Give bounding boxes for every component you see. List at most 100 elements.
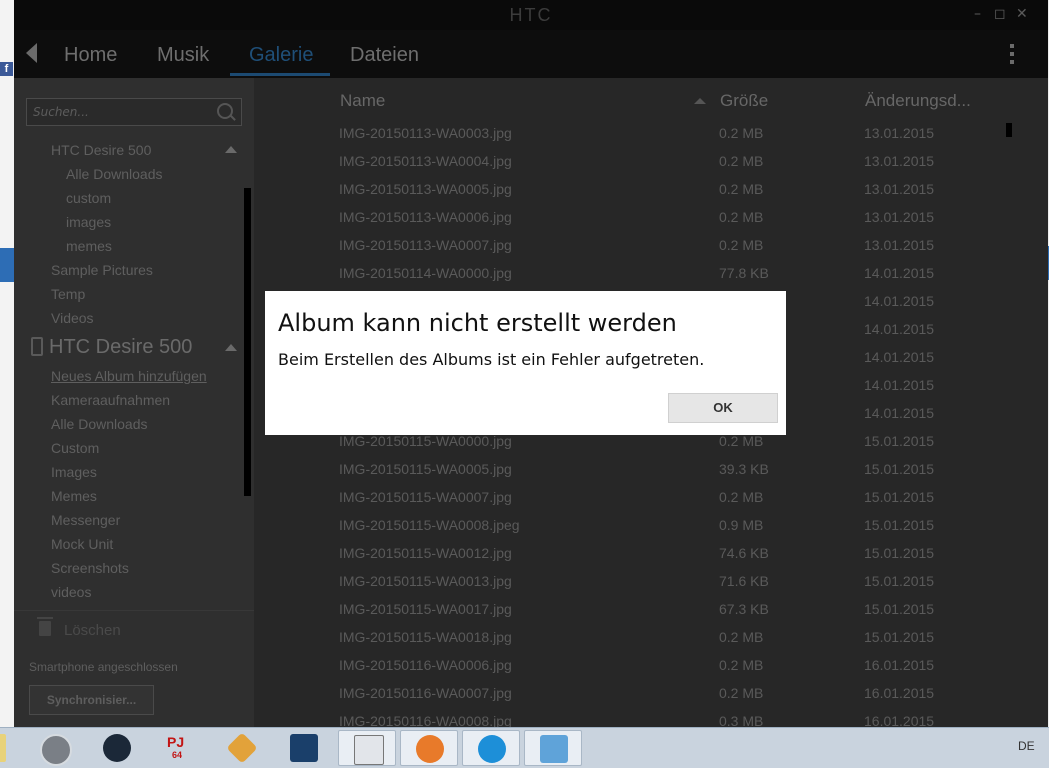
file-date: 13.01.2015 (864, 181, 935, 197)
file-size: 0.2 MB (719, 181, 764, 197)
file-name: IMG-20150115-WA0005.jpg (339, 461, 512, 477)
connection-status: Smartphone angeschlossen (29, 660, 178, 674)
album-item[interactable]: videos (51, 584, 91, 600)
taskbar-media-player[interactable] (25, 730, 83, 766)
delete-button[interactable]: Löschen (14, 610, 254, 651)
table-row[interactable]: IMG-20150113-WA0004.jpg 0.2 MB 13.01.2015 (254, 153, 1048, 181)
file-date: 15.01.2015 (864, 573, 935, 589)
tree-item[interactable]: Alle Downloads (66, 166, 163, 182)
table-row[interactable]: IMG-20150115-WA0013.jpg 71.6 KB 15.01.2015 (254, 573, 1048, 601)
album-item[interactable]: Images (51, 464, 97, 480)
ok-button[interactable]: OK (668, 393, 778, 423)
album-item[interactable]: Custom (51, 440, 99, 456)
table-row[interactable]: IMG-20150115-WA0018.jpg 0.2 MB 15.01.2015 (254, 629, 1048, 657)
taskbar-control-panel[interactable] (524, 730, 582, 766)
file-name: IMG-20150115-WA0013.jpg (339, 573, 512, 589)
file-size: 0.2 MB (719, 209, 764, 225)
taskbar-firefox[interactable] (400, 730, 458, 766)
file-date: 16.01.2015 (864, 685, 935, 701)
file-name: IMG-20150115-WA0012.jpg (339, 545, 512, 561)
tree-item[interactable]: Videos (51, 310, 94, 326)
table-row[interactable]: IMG-20150115-WA0012.jpg 74.6 KB 15.01.2015 (254, 545, 1048, 573)
tree-item[interactable]: memes (66, 238, 112, 254)
minimize-icon[interactable]: – (974, 6, 981, 22)
taskbar-steam[interactable] (88, 730, 146, 766)
maximize-icon[interactable]: ◻ (994, 6, 1006, 22)
file-date: 13.01.2015 (864, 153, 935, 169)
htc-sync-icon (478, 735, 506, 763)
file-date: 13.01.2015 (864, 237, 935, 253)
search-icon[interactable] (217, 103, 233, 119)
table-row[interactable]: IMG-20150115-WA0008.jpeg 0.9 MB 15.01.2015 (254, 517, 1048, 545)
file-name: IMG-20150116-WA0007.jpg (339, 685, 512, 701)
table-row[interactable]: IMG-20150113-WA0003.jpg 0.2 MB 13.01.2015 (254, 125, 1048, 153)
dialog-message: Beim Erstellen des Albums ist ein Fehler… (278, 350, 705, 369)
file-size: 74.6 KB (719, 545, 769, 561)
table-row[interactable]: IMG-20150116-WA0008.jpg 0.3 MB 16.01.2015 (254, 713, 1048, 727)
file-date: 14.01.2015 (864, 405, 935, 421)
table-row[interactable]: IMG-20150113-WA0007.jpg 0.2 MB 13.01.2015 (254, 237, 1048, 265)
album-item[interactable]: Mock Unit (51, 536, 113, 552)
file-date: 13.01.2015 (864, 209, 935, 225)
table-row[interactable]: IMG-20150114-WA0000.jpg 77.8 KB 14.01.2015 (254, 265, 1048, 293)
file-size: 0.2 MB (719, 433, 764, 449)
album-item[interactable]: Kameraaufnahmen (51, 392, 170, 408)
table-row[interactable]: IMG-20150115-WA0017.jpg 67.3 KB 15.01.2015 (254, 601, 1048, 629)
album-item[interactable]: Alle Downloads (51, 416, 148, 432)
file-name: IMG-20150116-WA0006.jpg (339, 657, 512, 673)
taskbar-file-manager[interactable] (338, 730, 396, 766)
taskbar: PJ 64 DE (0, 727, 1049, 768)
more-options-icon[interactable] (1010, 44, 1015, 68)
tab-home[interactable]: Home (64, 44, 117, 67)
column-header-size[interactable]: Größe (720, 91, 768, 111)
tab-musik[interactable]: Musik (157, 44, 209, 67)
notepad-icon (0, 734, 6, 762)
file-date: 15.01.2015 (864, 629, 935, 645)
table-row[interactable]: IMG-20150116-WA0007.jpg 0.2 MB 16.01.2015 (254, 685, 1048, 713)
album-item[interactable]: Screenshots (51, 560, 129, 576)
taskbar-project64[interactable]: PJ 64 (150, 730, 208, 766)
file-name: IMG-20150113-WA0007.jpg (339, 237, 512, 253)
file-size: 39.3 KB (719, 461, 769, 477)
table-row[interactable]: IMG-20150116-WA0006.jpg 0.2 MB 16.01.2015 (254, 657, 1048, 685)
add-album-link[interactable]: Neues Album hinzufügen (51, 368, 207, 384)
file-manager-icon (354, 735, 384, 765)
taskbar-winamp[interactable] (213, 730, 271, 766)
table-row[interactable]: IMG-20150115-WA0000.jpg 0.2 MB 15.01.2015 (254, 433, 1048, 461)
tab-galerie[interactable]: Galerie (249, 44, 313, 67)
taskbar-app[interactable] (275, 730, 333, 766)
file-date: 15.01.2015 (864, 433, 935, 449)
album-item[interactable]: Messenger (51, 512, 120, 528)
tree-item[interactable]: custom (66, 190, 111, 206)
collapse-icon[interactable] (225, 344, 237, 351)
table-row[interactable]: IMG-20150115-WA0005.jpg 39.3 KB 15.01.2015 (254, 461, 1048, 489)
tree-item[interactable]: images (66, 214, 111, 230)
file-name: IMG-20150114-WA0000.jpg (339, 265, 512, 281)
taskbar-htc-sync[interactable] (462, 730, 520, 766)
title-bar: HTC – ◻ ✕ (14, 0, 1048, 30)
tab-dateien[interactable]: Dateien (350, 44, 419, 67)
sidebar-scrollbar[interactable] (244, 188, 251, 496)
file-name: IMG-20150115-WA0018.jpg (339, 629, 512, 645)
tree-item[interactable]: Temp (51, 286, 85, 302)
collapse-icon[interactable] (225, 146, 237, 153)
device-header[interactable]: HTC Desire 500 (49, 336, 192, 359)
column-header-date[interactable]: Änderungsd... (865, 91, 971, 111)
language-indicator[interactable]: DE (1018, 739, 1035, 753)
search-input[interactable]: Suchen... (26, 98, 242, 126)
album-item[interactable]: Memes (51, 488, 97, 504)
file-size: 0.2 MB (719, 153, 764, 169)
file-date: 14.01.2015 (864, 321, 935, 337)
tree-header-htc[interactable]: HTC Desire 500 (51, 142, 151, 158)
file-size: 67.3 KB (719, 601, 769, 617)
taskbar-notepad[interactable] (0, 730, 10, 766)
tree-item[interactable]: Sample Pictures (51, 262, 153, 278)
column-header-name[interactable]: Name (340, 91, 385, 111)
table-row[interactable]: IMG-20150113-WA0006.jpg 0.2 MB 13.01.2015 (254, 209, 1048, 237)
close-icon[interactable]: ✕ (1016, 6, 1028, 22)
table-row[interactable]: IMG-20150113-WA0005.jpg 0.2 MB 13.01.2015 (254, 181, 1048, 209)
file-size: 77.8 KB (719, 265, 769, 281)
sync-button[interactable]: Synchronisier... (29, 685, 154, 715)
table-row[interactable]: IMG-20150115-WA0007.jpg 0.2 MB 15.01.2015 (254, 489, 1048, 517)
back-icon[interactable] (26, 43, 37, 63)
